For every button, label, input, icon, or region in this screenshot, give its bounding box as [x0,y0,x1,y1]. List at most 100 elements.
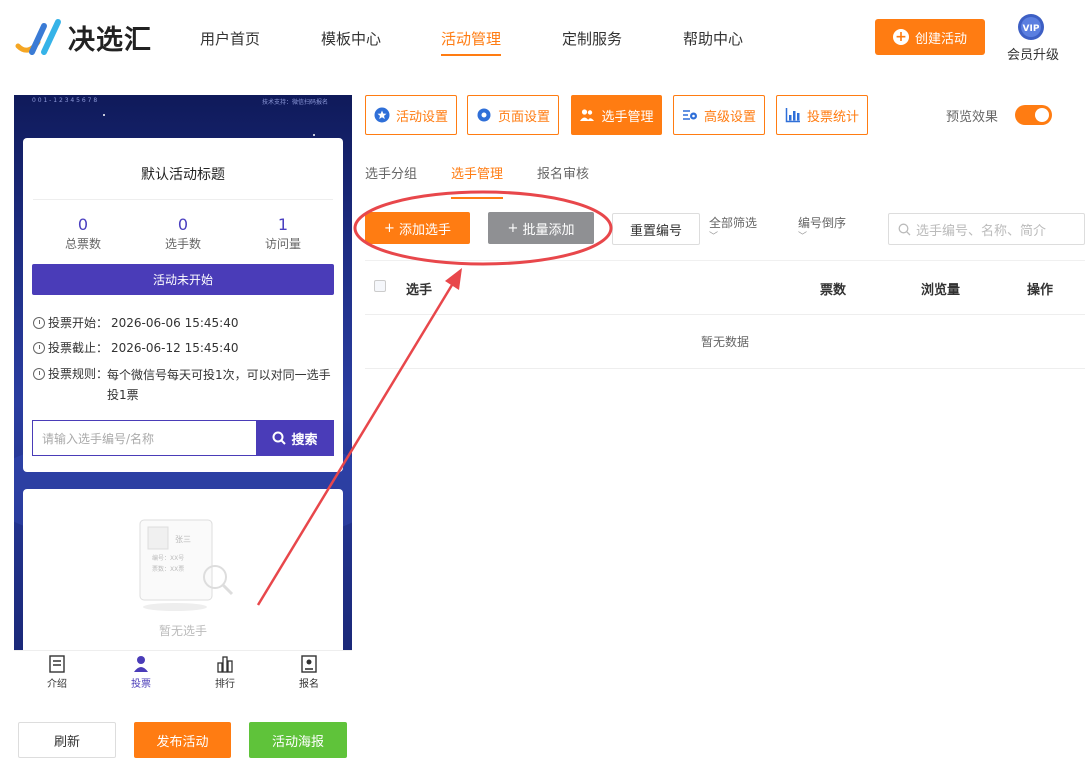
column-actions: 操作 [1027,283,1054,298]
filter-all-label: 全部筛选 [709,216,758,230]
nav-active-underline [441,54,501,56]
tabbar-intro[interactable]: 介绍 [27,655,87,690]
select-all-checkbox[interactable] [374,280,386,292]
nav-templates[interactable]: 模板中心 [321,28,381,49]
bar-chart-icon [785,108,800,123]
tool-advanced-settings[interactable]: 高级设置 [673,95,765,135]
subtab-active-underline [451,197,503,199]
clock-icon [33,341,45,354]
vote-end-value: 2026-06-12 15:45:40 [111,340,239,355]
empty-card-line2: 票数：XX票 [152,565,184,573]
tool-advanced-settings-label: 高级设置 [703,109,756,125]
advanced-settings-icon [682,110,697,120]
tool-activity-settings-label: 活动设置 [395,109,448,125]
add-contestant-label: 添加选手 [398,222,451,238]
preview-search-input[interactable]: 请输入选手编号/名称 [32,420,256,456]
clock-icon [33,316,45,329]
tabbar-signup[interactable]: 报名 [279,655,339,690]
tool-page-settings-label: 页面设置 [497,109,550,125]
subtab-contestant-management[interactable]: 选手管理 [451,163,503,182]
vote-start-value: 2026-06-06 15:45:40 [111,315,239,330]
chevron-down-icon: ﹀ [798,232,808,242]
preview-search-button[interactable]: 搜索 [256,420,334,456]
tool-activity-settings[interactable]: 活动设置 [365,95,457,135]
vote-rule-row: 投票规则： [33,365,108,382]
tool-page-settings[interactable]: 页面设置 [467,95,559,135]
publish-activity-button[interactable]: 发布活动 [134,722,231,758]
filter-all-dropdown[interactable]: 全部筛选 ﹀ [709,214,757,242]
chevron-down-icon: ﹀ [709,232,719,242]
tabbar-intro-label: 介绍 [47,679,67,690]
vote-start-label: 投票开始： [48,316,109,330]
search-icon [898,223,911,235]
vote-end-label: 投票截止： [48,341,109,355]
users-icon [580,109,595,121]
create-activity-button[interactable]: + 创建活动 [875,19,985,55]
vip-badge-text: VIP [1023,24,1040,34]
signup-icon [301,655,317,673]
search-icon [272,431,287,445]
stat-visits-value: 1 [277,215,289,234]
stat-visits-label: 访问量 [264,237,301,251]
vip-badge-icon[interactable]: VIP [1016,13,1046,43]
vote-end-row: 投票截止： 2026-06-12 15:45:40 [33,339,238,356]
preview-top-right-text: 技术支持：微信扫码报名 [262,99,329,106]
nav-custom-service[interactable]: 定制服务 [562,28,622,49]
nav-home[interactable]: 用户首页 [200,28,260,49]
empty-contestant-text: 暂无选手 [158,624,207,638]
info-icon [33,367,45,380]
empty-card-line1: 编号：XX号 [152,554,184,562]
column-contestant: 选手 [406,283,433,298]
stat-contestants-label: 选手数 [164,237,201,251]
user-icon [134,656,148,672]
tabbar-signup-label: 报名 [299,679,319,690]
tool-vote-statistics[interactable]: 投票统计 [776,95,868,135]
contestant-search-input[interactable]: 选手编号、名称、简介 [888,213,1085,245]
batch-add-label: 批量添加 [522,222,575,238]
stat-total-votes-label: 总票数 [64,237,101,251]
contestant-search-placeholder: 选手编号、名称、简介 [916,223,1047,239]
plus-icon: + [384,220,395,236]
tabbar-ranking[interactable]: 排行 [195,655,255,690]
nav-activity-management[interactable]: 活动管理 [441,28,501,49]
vote-start-row: 投票开始： 2026-06-06 15:45:40 [33,314,238,331]
table-header-row [365,260,1085,315]
create-activity-label: 创建活动 [914,31,967,47]
column-votes: 票数 [820,283,847,298]
vip-upgrade-label[interactable]: 会员升级 [1007,44,1059,63]
subtab-contestant-groups[interactable]: 选手分组 [365,163,417,182]
vote-rule-label: 投票规则： [48,367,109,381]
stat-total-votes-value: 0 [77,215,89,234]
sort-order-dropdown[interactable]: 编号倒序 ﹀ [798,214,846,242]
add-contestant-button[interactable]: + 添加选手 [365,212,470,244]
preview-effect-toggle[interactable] [1015,105,1052,125]
table-empty-text: 暂无数据 [700,335,749,349]
preview-top-left-text: 0 0 1 - 1 2 3 4 5 6 7 8 [32,97,98,104]
plus-circle-icon: + [892,29,909,45]
sort-order-label: 编号倒序 [798,216,847,230]
tabbar-vote-label: 投票 [131,679,151,690]
plus-icon: + [507,220,519,236]
card-divider [33,199,333,200]
reset-numbering-button[interactable]: 重置编号 [612,213,700,245]
tool-contestant-management-label: 选手管理 [601,109,654,125]
batch-add-button[interactable]: + 批量添加 [488,212,594,244]
brand-name: 决选汇 [68,25,152,56]
tabbar-vote[interactable]: 投票 [111,655,171,690]
vote-rule-text: 每个微信号每天可投1次，可以对同一选手投1票 [107,368,331,402]
star-circle-icon [374,107,390,123]
activity-status-bar: 活动未开始 [32,264,334,295]
activity-poster-button[interactable]: 活动海报 [249,722,347,758]
tool-contestant-management[interactable]: 选手管理 [571,95,662,135]
ranking-icon [217,656,233,673]
activity-title: 默认活动标题 [141,167,225,183]
gear-icon [477,108,491,122]
subtab-signup-review[interactable]: 报名审核 [537,163,589,182]
document-icon [49,655,65,673]
tool-vote-statistics-label: 投票统计 [806,109,859,125]
nav-help[interactable]: 帮助中心 [683,28,743,49]
column-views: 浏览量 [921,283,961,298]
refresh-button[interactable]: 刷新 [18,722,116,758]
empty-card-name: 张三 [175,535,191,544]
tabbar-ranking-label: 排行 [215,679,235,690]
